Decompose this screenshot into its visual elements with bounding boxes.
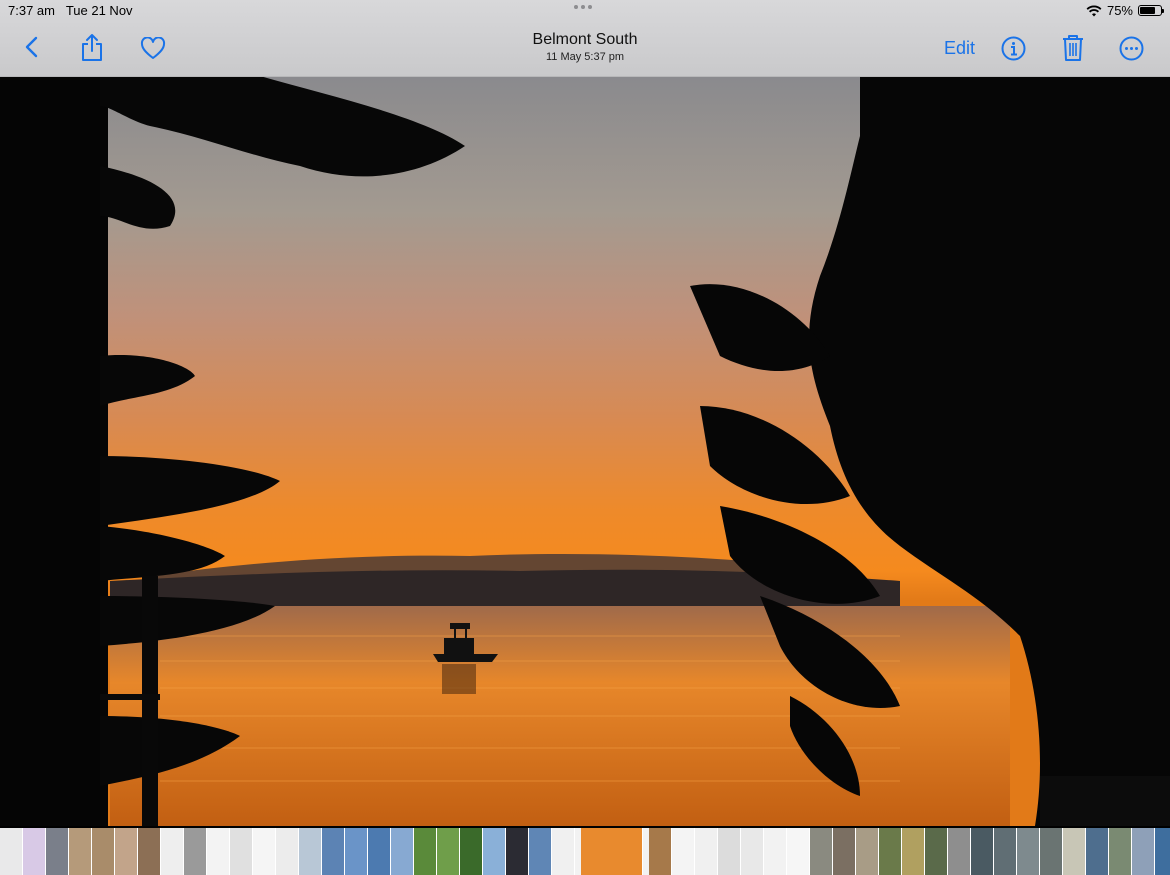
thumbnail[interactable] [345, 828, 368, 875]
thumbnail[interactable] [299, 828, 322, 875]
photo-title-block[interactable]: Belmont South 11 May 5:37 pm [435, 31, 735, 63]
thumbnail[interactable] [207, 828, 230, 875]
thumbnail[interactable] [0, 828, 23, 875]
page-title: Belmont South [532, 31, 638, 48]
thumbnail[interactable] [552, 828, 575, 875]
thumbnail[interactable] [764, 828, 787, 875]
thumbnail[interactable] [46, 828, 69, 875]
navigation-bar: 7:37 am Tue 21 Nov 75% Belmont South 11 … [0, 0, 1170, 77]
thumbnail[interactable] [971, 828, 994, 875]
thumbnail[interactable] [1017, 828, 1040, 875]
status-time: 7:37 am [8, 3, 55, 18]
ellipsis-circle-icon [1119, 36, 1144, 61]
edit-button[interactable]: Edit [944, 38, 975, 59]
thumbnail[interactable] [925, 828, 948, 875]
thumbnail[interactable] [483, 828, 506, 875]
thumbnail[interactable] [787, 828, 810, 875]
info-icon [1001, 36, 1026, 61]
thumbnail[interactable] [23, 828, 46, 875]
thumbnail[interactable] [92, 828, 115, 875]
thumbnail[interactable] [230, 828, 253, 875]
main-photo[interactable] [0, 76, 1170, 826]
thumbnail[interactable] [276, 828, 299, 875]
sunset-photo-illustration [0, 76, 1170, 826]
thumbnail[interactable] [948, 828, 971, 875]
thumbnail-filmstrip[interactable] [0, 828, 1170, 875]
thumbnail[interactable] [322, 828, 345, 875]
thumbnail[interactable] [368, 828, 391, 875]
photo-timestamp: 11 May 5:37 pm [545, 51, 625, 63]
battery-icon [1138, 5, 1164, 16]
thumbnail[interactable] [529, 828, 552, 875]
thumbnail[interactable] [879, 828, 902, 875]
thumbnail[interactable] [391, 828, 414, 875]
thumbnail[interactable] [1155, 828, 1170, 875]
trash-icon [1063, 35, 1083, 61]
thumbnail[interactable] [1063, 828, 1086, 875]
more-button[interactable] [1119, 36, 1144, 61]
thumbnail[interactable] [994, 828, 1017, 875]
share-icon [82, 34, 102, 61]
status-indicators: 75% [1086, 3, 1164, 18]
back-button[interactable] [24, 36, 38, 58]
share-button[interactable] [80, 32, 104, 62]
chevron-left-icon [25, 36, 38, 58]
thumbnail[interactable] [695, 828, 718, 875]
thumbnail[interactable] [414, 828, 437, 875]
thumbnail[interactable] [1109, 828, 1132, 875]
thumbnail[interactable] [672, 828, 695, 875]
thumbnail[interactable] [902, 828, 925, 875]
favorite-button[interactable] [140, 37, 166, 60]
thumbnail[interactable] [138, 828, 161, 875]
status-time-date: 7:37 am Tue 21 Nov [8, 3, 133, 18]
thumbnail[interactable] [649, 828, 672, 875]
thumbnail[interactable] [741, 828, 764, 875]
battery-percent: 75% [1106, 3, 1133, 18]
thumbnail[interactable] [506, 828, 529, 875]
thumbnail[interactable] [1086, 828, 1109, 875]
thumbnail[interactable] [115, 828, 138, 875]
thumbnail[interactable] [856, 828, 879, 875]
thumbnail[interactable] [1040, 828, 1063, 875]
thumbnail[interactable] [69, 828, 92, 875]
thumbnail[interactable] [184, 828, 207, 875]
thumbnail[interactable] [161, 828, 184, 875]
thumbnail[interactable] [810, 828, 833, 875]
status-date: Tue 21 Nov [65, 3, 133, 18]
heart-icon [140, 37, 166, 59]
thumbnail[interactable] [253, 828, 276, 875]
multitasking-grabber[interactable] [574, 5, 592, 9]
thumbnail-selected[interactable] [581, 828, 643, 875]
thumbnail[interactable] [833, 828, 856, 875]
thumbnail[interactable] [718, 828, 741, 875]
delete-button[interactable] [1061, 34, 1085, 62]
info-button[interactable] [1001, 36, 1026, 61]
thumbnail[interactable] [460, 828, 483, 875]
thumbnail[interactable] [1132, 828, 1155, 875]
wifi-icon [1086, 5, 1102, 16]
thumbnail[interactable] [437, 828, 460, 875]
